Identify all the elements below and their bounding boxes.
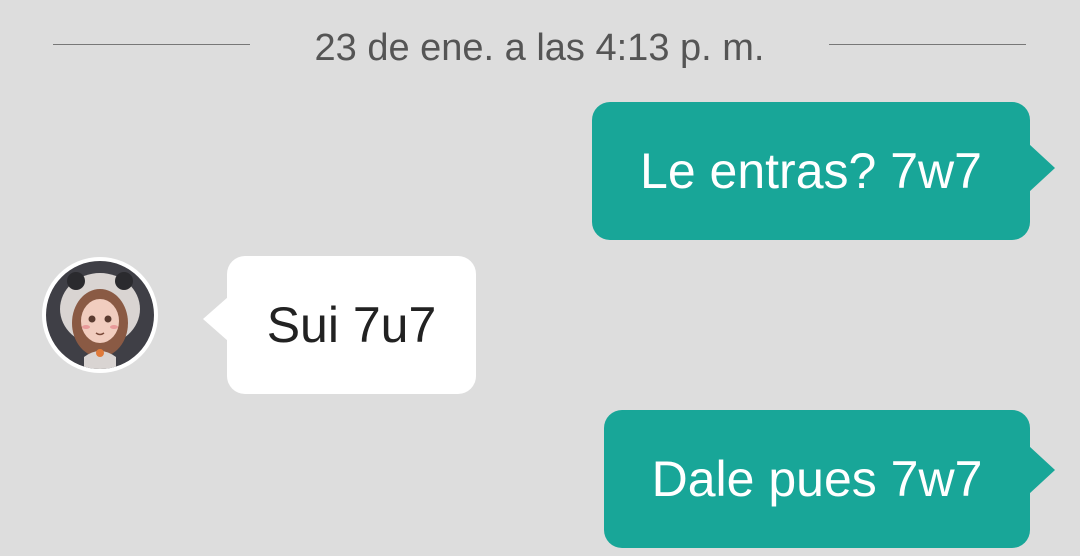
message-text: Dale pues 7w7 bbox=[651, 451, 983, 507]
message-text: Le entras? 7w7 bbox=[640, 143, 982, 199]
date-divider-right bbox=[829, 44, 1026, 45]
message-text: Sui 7u7 bbox=[266, 297, 437, 353]
bubble-tail bbox=[1029, 144, 1055, 192]
date-divider-left bbox=[53, 44, 250, 45]
bubble-tail bbox=[1029, 446, 1055, 494]
incoming-message-bubble[interactable]: Sui 7u7 bbox=[227, 256, 476, 394]
outgoing-message-bubble[interactable]: Le entras? 7w7 bbox=[592, 102, 1030, 240]
avatar-icon[interactable] bbox=[42, 257, 158, 373]
outgoing-message-bubble[interactable]: Dale pues 7w7 bbox=[604, 410, 1030, 548]
date-separator: 23 de ene. a las 4:13 p. m. bbox=[314, 27, 765, 69]
bubble-tail bbox=[203, 297, 228, 341]
